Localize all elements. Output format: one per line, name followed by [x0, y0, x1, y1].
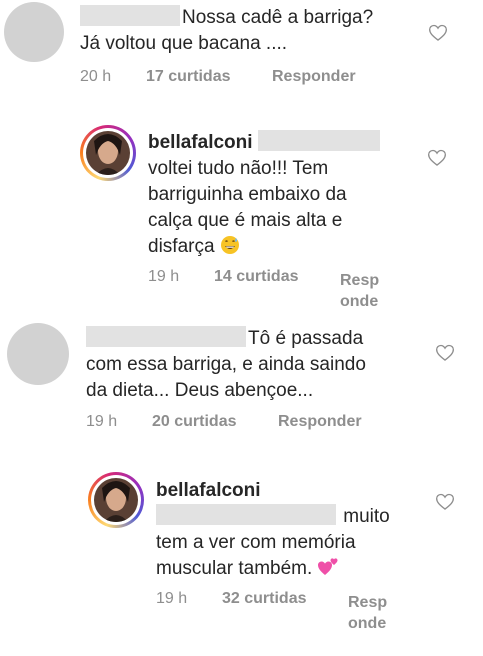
redacted-username: [86, 326, 246, 347]
comment-time: 19 h: [148, 268, 180, 285]
avatar-story-ring[interactable]: [80, 125, 136, 181]
avatar: [94, 478, 138, 522]
avatar: [86, 131, 130, 175]
redacted-mention: [257, 130, 380, 151]
heart-outline-icon[interactable]: [435, 492, 455, 512]
comment-1: Nossa cadê a barriga? Já voltou que baca…: [0, 0, 483, 110]
like-count[interactable]: 17 curtidas: [146, 68, 230, 86]
reply-button[interactable]: Resp onde: [348, 592, 387, 634]
like-count[interactable]: 20 curtidas: [152, 413, 236, 431]
comment-username[interactable]: bellafalconi: [148, 132, 253, 153]
heart-outline-icon[interactable]: [427, 148, 447, 168]
heart-outline-icon[interactable]: [435, 343, 455, 363]
comment-text: bellafalconi voltei tudo não!!! Tem barr…: [148, 130, 418, 260]
heart-outline-icon[interactable]: [428, 23, 448, 43]
comment-time: 19 h: [86, 413, 118, 430]
reply-button[interactable]: Resp onde: [340, 270, 379, 312]
comment-4: bellafalconi muito tem a ver com memória…: [0, 450, 483, 656]
reply-button[interactable]: Responder: [272, 68, 356, 86]
comment-3: Tô é passada com essa barriga, e ainda s…: [0, 320, 483, 450]
like-count[interactable]: 32 curtidas: [222, 590, 306, 608]
comment-meta: 20 h 17 curtidas Responder: [80, 68, 400, 90]
like-count[interactable]: 14 curtidas: [214, 268, 298, 286]
comment-meta: 19 h 20 curtidas Responder: [86, 413, 406, 435]
grinning-sweat-emoji: [220, 236, 239, 254]
two-hearts-emoji: [317, 558, 338, 575]
comment-text: bellafalconi muito tem a ver com memória…: [156, 480, 390, 579]
comment-username[interactable]: bellafalconi: [156, 480, 261, 501]
comment-meta: 19 h 32 curtidas Resp onde: [156, 590, 416, 634]
comment-text: Nossa cadê a barriga? Já voltou que baca…: [80, 5, 374, 54]
comment-time: 20 h: [80, 68, 112, 85]
redacted-mention: [156, 504, 336, 525]
reply-button[interactable]: Responder: [278, 413, 362, 431]
avatar[interactable]: [4, 2, 64, 62]
avatar[interactable]: [7, 323, 69, 385]
avatar-story-ring[interactable]: [88, 472, 144, 528]
redacted-username: [80, 5, 180, 26]
comment-meta: 19 h 14 curtidas Resp onde: [148, 268, 408, 312]
comment-time: 19 h: [156, 590, 188, 607]
comment-2: bellafalconi voltei tudo não!!! Tem barr…: [0, 110, 483, 320]
comment-text: Tô é passada com essa barriga, e ainda s…: [86, 326, 366, 401]
